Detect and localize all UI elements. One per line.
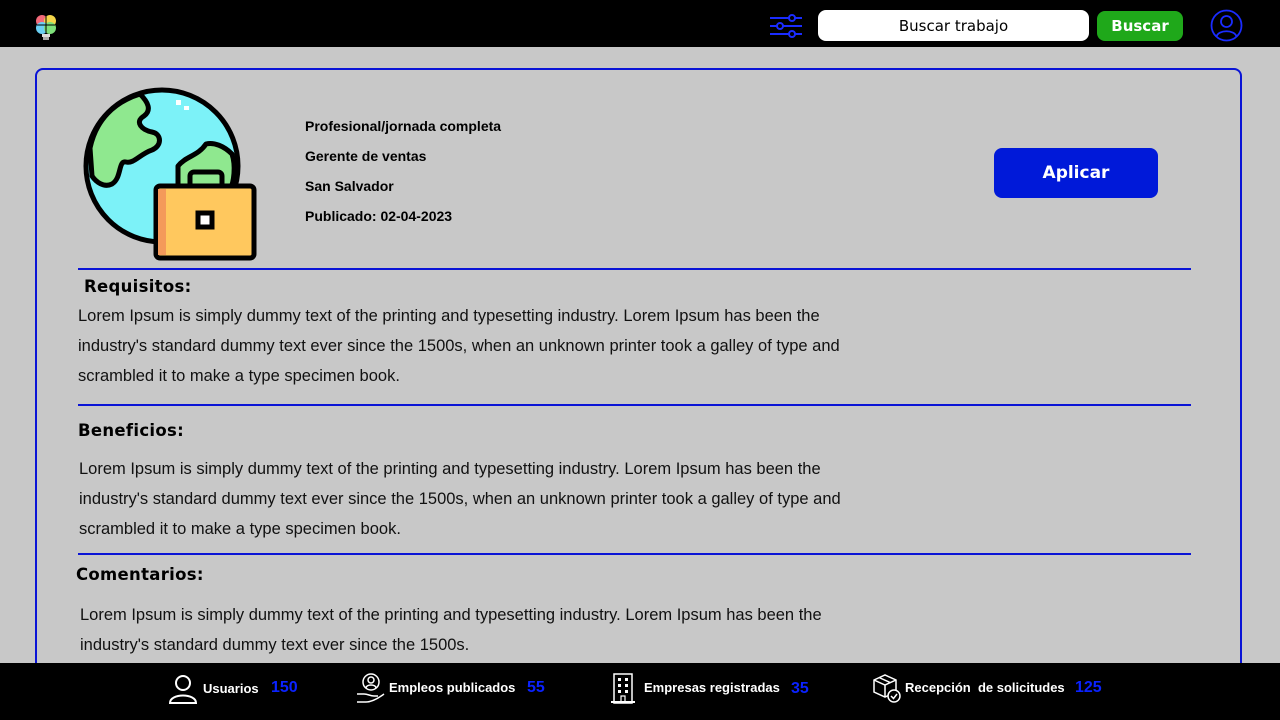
stat-value-applications: 125 — [1075, 679, 1102, 696]
globe-briefcase-icon — [83, 87, 257, 261]
stat-label-applications: Recepción de solicitudes — [905, 680, 1065, 695]
sliders-icon[interactable] — [768, 12, 804, 40]
user-icon — [168, 675, 198, 704]
job-published-date: Publicado: 02-04-2023 — [305, 208, 453, 224]
comments-title: Comentarios: — [76, 565, 204, 584]
benefits-title: Beneficios: — [78, 421, 185, 440]
stat-label-users: Usuarios — [203, 681, 259, 696]
search-button[interactable]: Buscar — [1097, 11, 1183, 41]
job-location: San Salvador — [305, 178, 394, 194]
comments-body: Lorem Ipsum is simply dummy text of the … — [80, 606, 822, 654]
stat-label-jobs: Empleos publicados — [389, 680, 516, 695]
requirements-body: Lorem Ipsum is simply dummy text of the … — [78, 307, 840, 385]
building-icon — [611, 673, 635, 704]
package-check-icon — [873, 674, 901, 703]
user-circle-icon[interactable] — [1210, 9, 1243, 42]
job-title: Gerente de ventas — [305, 148, 427, 164]
job-meta: Profesional/jornada completa Gerente de … — [305, 118, 501, 238]
stats-footer: Usuarios 150 Empleos publicados 55 Empre… — [0, 663, 1280, 720]
divider — [78, 268, 1191, 270]
divider — [78, 404, 1191, 406]
lightbulb-puzzle-logo-icon[interactable] — [34, 13, 58, 41]
job-type: Profesional/jornada completa — [305, 118, 502, 134]
hand-person-icon — [357, 673, 385, 703]
apply-button[interactable]: Aplicar — [994, 148, 1158, 198]
search-input[interactable] — [818, 10, 1089, 41]
stat-value-jobs: 55 — [527, 679, 545, 696]
stat-value-companies: 35 — [791, 680, 809, 697]
divider — [78, 553, 1191, 555]
requirements-title: Requisitos: — [84, 277, 192, 296]
top-navbar: Buscar — [0, 0, 1280, 47]
stat-label-companies: Empresas registradas — [644, 680, 780, 695]
stat-value-users: 150 — [271, 679, 298, 696]
benefits-body: Lorem Ipsum is simply dummy text of the … — [79, 460, 841, 538]
